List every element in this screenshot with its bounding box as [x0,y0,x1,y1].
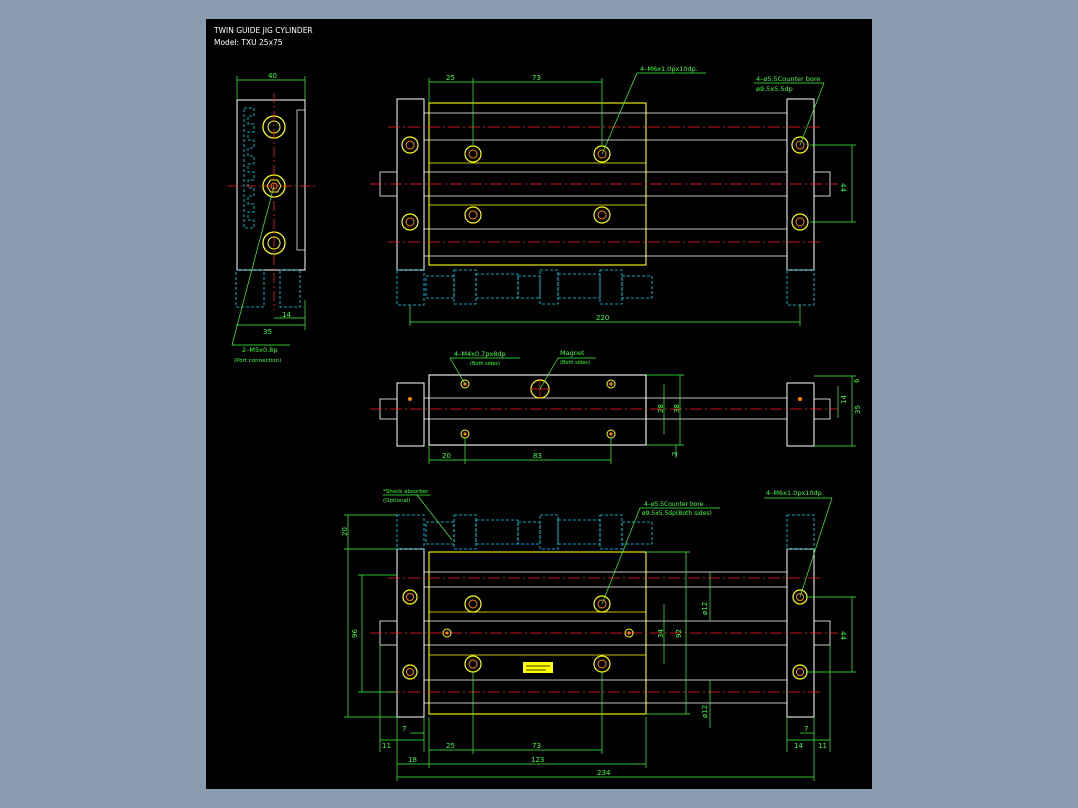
tapped-hole-icon [464,595,482,613]
counterbore-icon [792,664,808,680]
port-icon [442,628,452,638]
top-callout-1: 4–M6x1.0px10dp. [640,65,698,73]
side-dim-40: 40 [268,72,277,80]
front-callout-2: Magnet [560,349,585,357]
bottom-callout-1-sub: (Optional) [383,498,411,504]
nameplate [523,662,553,673]
tapped-hole-icon [460,429,470,439]
top-callout-2: 4–ø5.5Counter bore [756,75,820,83]
bottom-dim-20: 20 [341,527,349,536]
title-line2: Model: TXU 25x75 [214,38,283,47]
bottom-dim-44: 44 [839,631,847,640]
front-dim-28: 28 [657,404,665,413]
front-dim-14: 14 [840,395,848,404]
bottom-dim-14-right: 14 [794,742,803,750]
bottom-dim-dia-bot: ø12 [701,705,709,718]
side-callout-label: 2–M5x0.8p [242,346,277,354]
front-callout-2-sub: (Both sides) [560,360,590,366]
front-dim-6: 6 [853,378,861,383]
top-dim-44: 44 [839,183,847,192]
bottom-dim-11-right: 11 [818,742,827,750]
counterbore-icon [402,664,418,680]
front-dim-2: 2 [671,452,679,456]
top-dim-25: 25 [446,74,455,82]
front-view: 20 83 28 38 2 6 14 35 4–M4x0.7px8dp (Bot… [370,349,862,464]
tapped-hole-icon [464,145,482,163]
side-view: 40 14 35 2–M5x0.8p (Port connection) [228,72,318,364]
title-line1: TWIN GUIDE JIG CYLINDER [213,26,313,35]
tapped-hole-icon [464,206,482,224]
front-dim-20: 20 [442,452,451,460]
bottom-dim-73: 73 [532,742,541,750]
bottom-dim-96: 96 [351,629,359,638]
top-view: 25 73 220 44 4–M6x1.0px10dp. 4–ø5.5Count… [370,65,856,326]
bottom-dim-123: 123 [531,756,544,764]
top-dim-73: 73 [532,74,541,82]
bottom-dim-234: 234 [597,769,611,777]
counterbore-icon [402,589,418,605]
front-dim-35: 35 [854,405,862,414]
bottom-dim-18: 18 [408,756,417,764]
bottom-dim-11-left: 11 [382,742,391,750]
top-callout-2-sub: ø9.5x5.5dp [756,85,793,93]
bottom-dim-34: 34 [657,629,665,638]
side-dim-35: 35 [263,328,272,336]
tapped-hole-icon [593,655,611,673]
drawing-sheet: TWIN GUIDE JIG CYLINDER Model: TXU 25x75… [206,19,872,789]
bottom-dim-7-left: 7 [402,725,406,733]
bottom-dim-92: 92 [675,629,683,638]
side-callout-sublabel: (Port connection) [234,358,281,364]
counterbore-icon [401,213,419,231]
front-callout-1: 4–M4x0.7px8dp [454,350,506,358]
front-callout-1-sub: (Both sides) [470,361,500,367]
bottom-dim-dia-top: ø12 [701,602,709,615]
bottom-callout-2: 4–ø5.5Counter bore [644,501,704,508]
top-dim-220: 220 [596,314,609,322]
tapped-hole-icon [464,655,482,673]
bottom-callout-2-sub: ø9.5x5.5dp(Both sides) [642,510,712,517]
bottom-callout-3: 4–M6x1.0px10dp. [766,489,824,497]
counterbore-icon [401,136,419,154]
bottom-callout-1: *Shock absorber [383,489,429,495]
tapped-hole-icon [606,429,616,439]
front-dim-83: 83 [533,452,542,460]
tapped-hole-icon [606,379,616,389]
counterbore-icon [791,213,809,231]
tapped-hole-icon [593,206,611,224]
bottom-view: 25 73 18 123 234 11 7 7 14 11 20 96 92 3… [341,489,856,781]
cad-drawing: TWIN GUIDE JIG CYLINDER Model: TXU 25x75… [213,26,862,781]
bottom-dim-25: 25 [446,742,455,750]
front-dim-38: 38 [673,404,681,413]
side-dim-14: 14 [282,311,291,319]
bottom-dim-7-right: 7 [804,725,808,733]
